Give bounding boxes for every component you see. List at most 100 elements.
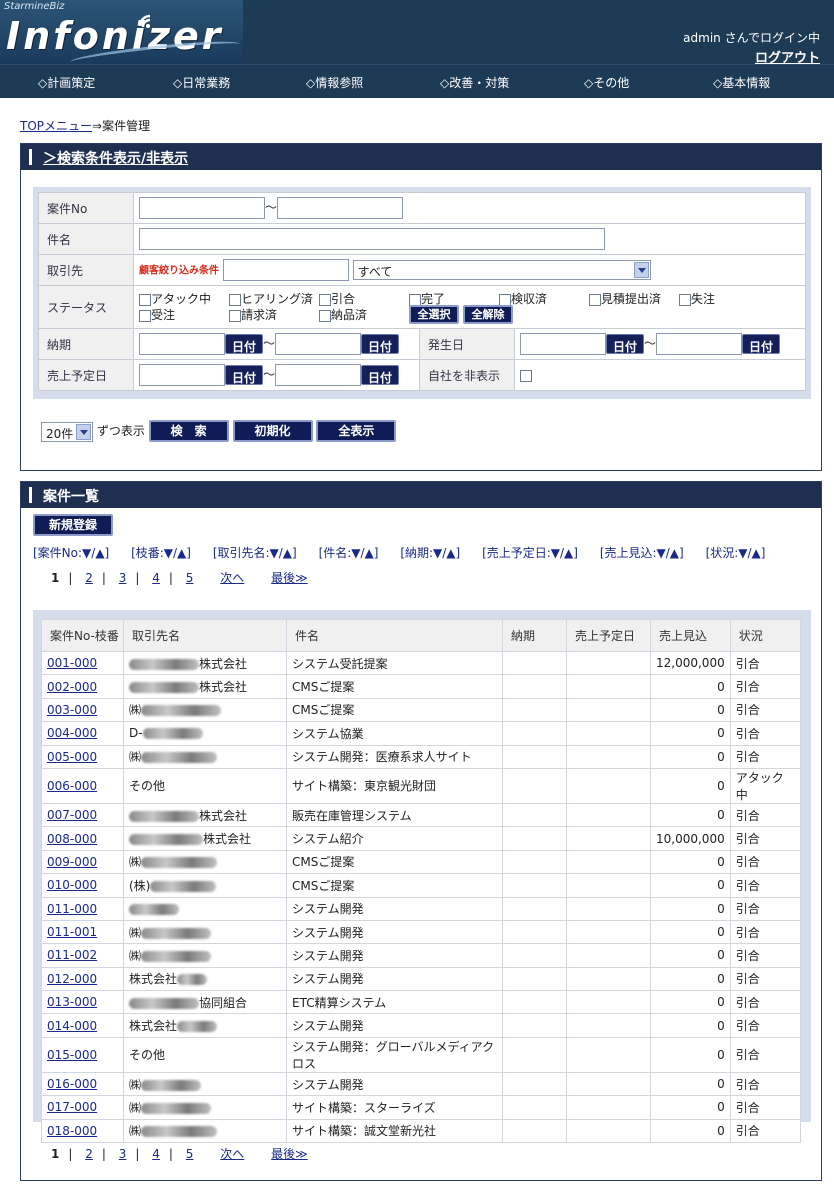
cell-sales-date: [566, 896, 651, 921]
new-case-button[interactable]: 新規登録: [33, 514, 113, 536]
cell-case-no: 001-000: [41, 650, 124, 676]
sort-sales-date[interactable]: [売上予定日:▼/▲]: [482, 546, 578, 560]
page-3-link[interactable]: 3: [119, 571, 127, 585]
sales-to-input[interactable]: [275, 364, 362, 386]
nav-info[interactable]: ◇情報参照: [306, 74, 363, 91]
status-inquiry[interactable]: 引合: [319, 290, 355, 307]
cell-sales-date: [566, 674, 651, 699]
sort-status[interactable]: [状況:▼/▲]: [706, 546, 766, 560]
nav-improve[interactable]: ◇改善・対策: [440, 74, 509, 91]
case-link[interactable]: 011-001: [47, 925, 97, 939]
hide-own-checkbox[interactable]: [520, 369, 532, 382]
nav-daily[interactable]: ◇日常業務: [173, 74, 230, 91]
case-link[interactable]: 005-000: [47, 750, 97, 764]
status-billed[interactable]: 請求済: [229, 306, 277, 323]
page-2-link[interactable]: 2: [85, 571, 93, 585]
checkbox[interactable]: [319, 293, 331, 306]
case-link[interactable]: 002-000: [47, 680, 97, 694]
case-link[interactable]: 006-000: [47, 779, 97, 793]
page-5-link[interactable]: 5: [186, 571, 194, 585]
status-hearing[interactable]: ヒアリング済: [229, 290, 313, 307]
case-link[interactable]: 011-000: [47, 902, 97, 916]
status-quoted[interactable]: 見積提出済: [589, 290, 661, 307]
nav-other[interactable]: ◇その他: [584, 74, 629, 91]
next-page-link[interactable]: 次へ: [220, 1147, 244, 1161]
case-link[interactable]: 013-000: [47, 995, 97, 1009]
case-link[interactable]: 001-000: [47, 656, 97, 670]
case-link[interactable]: 014-000: [47, 1019, 97, 1033]
app-logo[interactable]: StarmineBiz Infonizer: [0, 0, 243, 64]
checkbox[interactable]: [139, 309, 151, 322]
sort-due[interactable]: [納期:▼/▲]: [400, 546, 460, 560]
nav-master[interactable]: ◇基本情報: [713, 74, 770, 91]
last-page-link[interactable]: 最後≫: [271, 571, 308, 585]
sales-from-input[interactable]: [139, 364, 225, 386]
due-from-input[interactable]: [139, 333, 225, 355]
case-link[interactable]: 018-000: [47, 1124, 97, 1138]
sort-subject[interactable]: [件名:▼/▲]: [319, 546, 379, 560]
nav-plan[interactable]: ◇計画策定: [38, 74, 95, 91]
sales-from-date-button[interactable]: 日付: [225, 365, 264, 385]
checkbox[interactable]: [229, 309, 241, 322]
checkbox[interactable]: [319, 309, 331, 322]
search-button[interactable]: 検 索: [148, 420, 229, 442]
status-attack[interactable]: アタック中: [139, 290, 211, 307]
page-3-link[interactable]: 3: [119, 1147, 127, 1161]
case-link[interactable]: 017-000: [47, 1100, 97, 1114]
occur-to-date-button[interactable]: 日付: [742, 334, 781, 354]
status-lost[interactable]: 失注: [679, 290, 715, 307]
sort-case-no[interactable]: [案件No:▼/▲]: [33, 546, 109, 560]
status-ordered[interactable]: 受注: [139, 306, 175, 323]
next-page-link[interactable]: 次へ: [220, 571, 244, 585]
case-link[interactable]: 008-000: [47, 832, 97, 846]
sales-to-date-button[interactable]: 日付: [361, 365, 400, 385]
client-select[interactable]: すべて: [352, 260, 651, 280]
checkbox[interactable]: [589, 293, 601, 306]
case-link[interactable]: 007-000: [47, 808, 97, 822]
case-link[interactable]: 011-002: [47, 948, 97, 962]
page-5-link[interactable]: 5: [186, 1147, 194, 1161]
case-link[interactable]: 012-000: [47, 972, 97, 986]
search-toggle-link[interactable]: ＞検索条件表示/非表示: [43, 151, 188, 167]
sort-branch[interactable]: [枝番:▼/▲]: [131, 546, 191, 560]
range-tilde: ～: [263, 367, 276, 382]
status-delivered[interactable]: 納品済: [319, 306, 367, 323]
checkbox[interactable]: [409, 293, 421, 306]
page-4-link[interactable]: 4: [152, 571, 160, 585]
checkbox[interactable]: [229, 293, 241, 306]
case-link[interactable]: 015-000: [47, 1048, 97, 1062]
case-no-to-input[interactable]: [277, 197, 404, 219]
last-page-link[interactable]: 最後≫: [271, 1147, 308, 1161]
client-filter-input[interactable]: [222, 259, 349, 281]
case-link[interactable]: 004-000: [47, 726, 97, 740]
select-all-button[interactable]: 全選択: [409, 305, 459, 324]
case-link[interactable]: 003-000: [47, 703, 97, 717]
due-to-input[interactable]: [275, 333, 362, 355]
deselect-all-button[interactable]: 全解除: [463, 305, 513, 324]
breadcrumb-top-link[interactable]: TOPメニュー: [20, 119, 92, 133]
subject-input[interactable]: [139, 228, 605, 250]
occur-from-date-button[interactable]: 日付: [606, 334, 645, 354]
cell-status: 引合: [729, 943, 802, 968]
page-4-link[interactable]: 4: [152, 1147, 160, 1161]
checkbox[interactable]: [139, 293, 151, 306]
per-page-select[interactable]: 20件: [41, 421, 93, 442]
checkbox[interactable]: [499, 293, 511, 306]
case-link[interactable]: 010-000: [47, 878, 97, 892]
case-no-from-input[interactable]: [139, 197, 265, 219]
case-link[interactable]: 016-000: [47, 1077, 97, 1091]
checkbox[interactable]: [679, 293, 691, 306]
sort-amount[interactable]: [売上見込:▼/▲]: [600, 546, 684, 560]
due-to-date-button[interactable]: 日付: [361, 334, 400, 354]
cell-subject: システム開発: [286, 896, 503, 921]
sort-client[interactable]: [取引先名:▼/▲]: [213, 546, 297, 560]
reset-button[interactable]: 初期化: [232, 420, 313, 442]
show-all-button[interactable]: 全表示: [316, 420, 397, 442]
case-link[interactable]: 009-000: [47, 855, 97, 869]
cell-sales-date: [566, 721, 651, 746]
occur-to-input[interactable]: [656, 333, 743, 355]
due-from-date-button[interactable]: 日付: [225, 334, 264, 354]
page-2-link[interactable]: 2: [85, 1147, 93, 1161]
redacted-block: [141, 705, 222, 717]
occur-from-input[interactable]: [520, 333, 606, 355]
